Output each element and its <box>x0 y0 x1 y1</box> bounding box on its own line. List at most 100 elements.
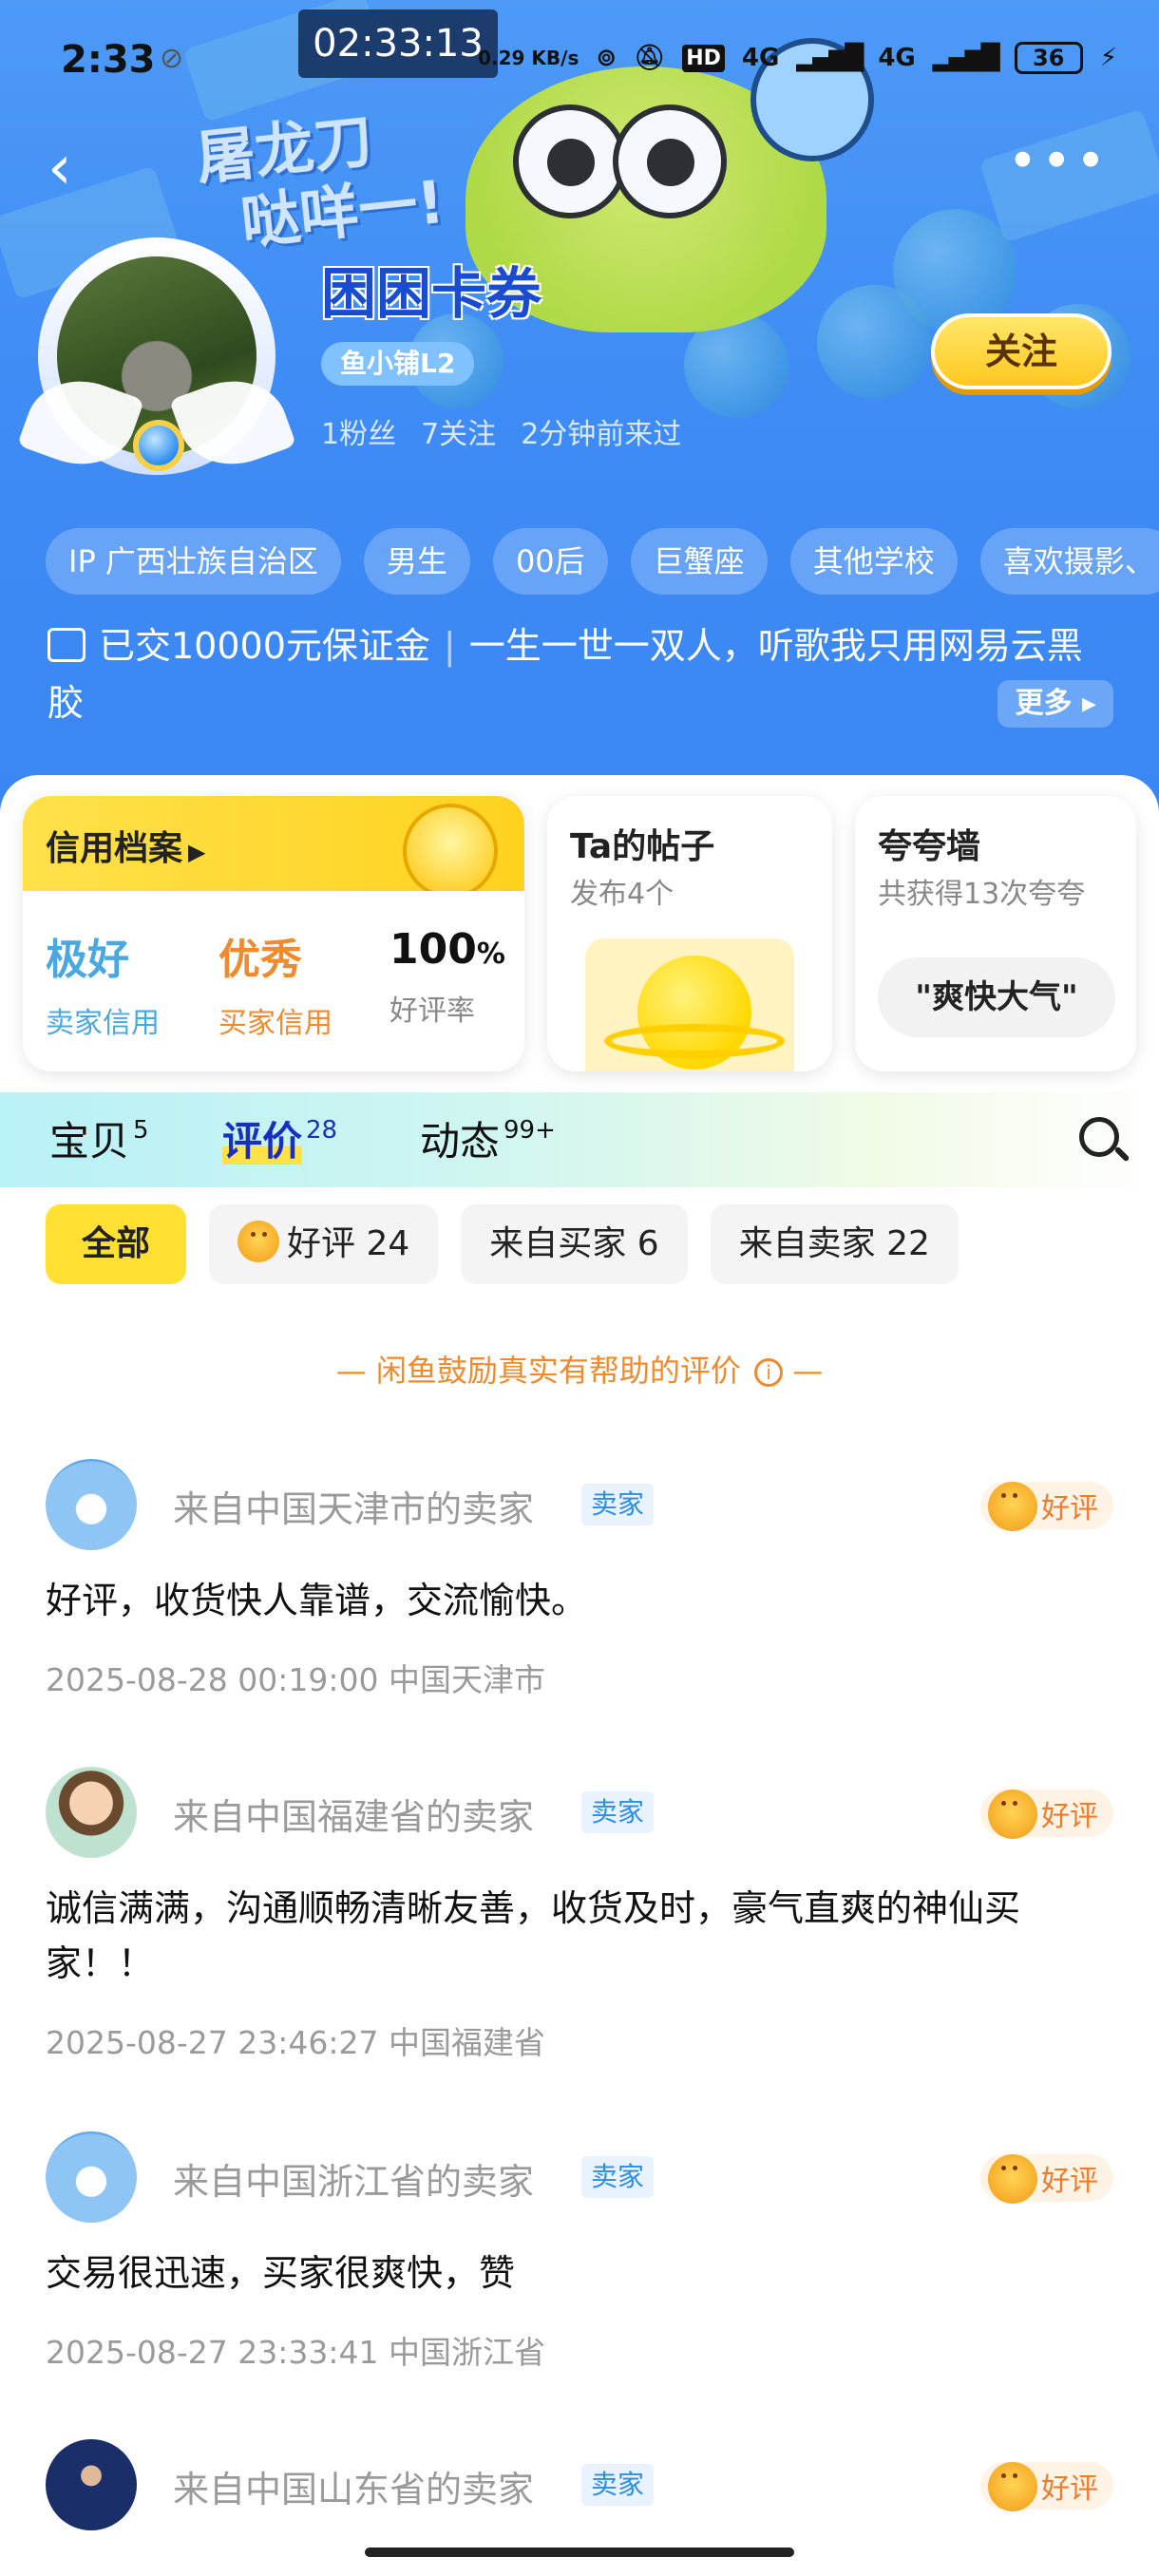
tab-items[interactable]: 宝贝 5 <box>49 1109 149 1167</box>
filter-positive[interactable]: 好评 24 <box>209 1204 439 1284</box>
smiley-icon <box>988 1482 1037 1531</box>
role-badge: 卖家 <box>581 1791 655 1833</box>
tab-label: 动态 <box>420 1118 501 1165</box>
deposit-text: 已交10000元保证金 <box>99 625 430 667</box>
more-label: 更多 <box>1015 687 1073 720</box>
rating-label: 好评 <box>1041 2472 1098 2506</box>
seller-credit-label: 卖家信用 <box>46 1007 160 1040</box>
review-meta: 2025-08-27 23:33:41 中国浙江省 <box>46 2334 545 2371</box>
shop-stats: 1粉丝 7关注 2分钟前来过 <box>321 410 681 452</box>
profile-tags: IP 广西壮族自治区 男生 00后 巨蟹座 其他学校 喜欢摄影、 <box>46 528 1159 595</box>
caret-right-icon: ▶ <box>188 839 206 865</box>
avatar[interactable] <box>46 1459 137 1550</box>
reviewer-name: 来自中国浙江省的卖家 <box>173 2161 535 2203</box>
credit-title-label: 信用档案 <box>46 829 183 868</box>
recording-timer: 02:33:13 <box>298 9 498 78</box>
credit-card[interactable]: 信用档案 ▶ 极好 卖家信用 优秀 买家信用 100% 好评率 <box>23 796 524 1071</box>
tab-count: 5 <box>133 1116 149 1145</box>
notice-end: — <box>783 1353 824 1389</box>
signal-icon: ▂▄▆█ <box>932 44 1000 72</box>
tab-reviews[interactable]: 评价 28 <box>222 1109 337 1167</box>
planet-illustration <box>585 938 794 1071</box>
seller-credit: 极好 卖家信用 <box>46 925 160 1041</box>
avatar[interactable] <box>46 2439 137 2530</box>
mascot-eye <box>513 104 627 218</box>
net-speed: 0.29 KB/s <box>478 47 580 69</box>
profile-tag[interactable]: 00后 <box>492 528 608 595</box>
charging-icon: ⚡ <box>1099 44 1117 72</box>
rating-badge: 好评 <box>980 1790 1113 1839</box>
avatar[interactable] <box>46 2131 137 2223</box>
profile-tag[interactable]: 男生 <box>363 528 470 595</box>
filter-positive-label: 好评 24 <box>287 1224 410 1263</box>
tab-updates[interactable]: 动态 99+ <box>420 1109 556 1167</box>
praise-subtitle: 共获得13次夸夸 <box>878 878 1086 911</box>
review-text: 诚信满满，沟通顺畅清晰友善，收货及时，豪气直爽的神仙买家！！ <box>46 1887 1021 1984</box>
following-count[interactable]: 7关注 <box>421 410 496 452</box>
posts-subtitle: 发布4个 <box>570 878 674 911</box>
positive-rate-label: 好评率 <box>390 994 475 1028</box>
mascot-eye <box>613 104 727 218</box>
rating-badge: 好评 <box>980 1482 1113 1531</box>
review-text: 交易很迅速，买家很爽快，赞 <box>46 2252 516 2294</box>
shop-name: 困困卡券 <box>321 261 542 326</box>
mascot-icon <box>403 804 498 899</box>
buyer-credit-label: 买家信用 <box>218 1007 332 1040</box>
role-badge: 卖家 <box>581 1484 655 1525</box>
hotspot-icon: ⊚ <box>596 44 618 72</box>
network-label: 4G <box>741 44 780 72</box>
profile-tag[interactable]: 其他学校 <box>789 528 958 595</box>
info-icon[interactable]: i <box>754 1358 784 1387</box>
posts-title: Ta的帖子 <box>570 827 715 866</box>
rating-badge: 好评 <box>980 2154 1113 2204</box>
shop-avatar[interactable] <box>16 237 297 482</box>
fans-count[interactable]: 1粉丝 <box>321 410 396 452</box>
filter-from-seller[interactable]: 来自卖家 22 <box>710 1204 959 1284</box>
profile-tag[interactable]: 喜欢摄影、 <box>979 528 1159 595</box>
positive-rate-value: 100% <box>390 925 505 974</box>
smiley-icon <box>238 1221 280 1262</box>
smiley-icon <box>988 2462 1037 2511</box>
notice-text: — 闲鱼鼓励真实有帮助的评价 <box>335 1353 741 1389</box>
info-cards: 信用档案 ▶ 极好 卖家信用 优秀 买家信用 100% 好评率 Ta的帖子 发布4… <box>0 775 1159 1089</box>
reviewer-name: 来自中国天津市的卖家 <box>173 1488 535 1530</box>
posts-card[interactable]: Ta的帖子 发布4个 <box>547 796 832 1071</box>
home-indicator[interactable] <box>365 2548 794 2557</box>
credit-card-header: 信用档案 ▶ <box>23 796 524 899</box>
seller-credit-value: 极好 <box>46 936 129 984</box>
status-time: 2:33 <box>61 38 156 82</box>
praise-pill[interactable]: "爽快大气" <box>878 957 1115 1037</box>
deposit-bio-line: 已交10000元保证金 | 一生一世一双人，听歌我只用网易云黑胶 <box>48 617 1112 731</box>
review-filters: 全部 好评 24 来自买家 6 来自卖家 22 <box>46 1204 959 1284</box>
back-arrow-icon[interactable]: ‹ <box>48 133 72 203</box>
review-meta: 2025-08-27 23:46:27 中国福建省 <box>46 2024 545 2061</box>
filter-all[interactable]: 全部 <box>46 1204 187 1284</box>
review-meta: 2025-08-28 00:19:00 中国天津市 <box>46 1661 545 1698</box>
profile-tag[interactable]: 巨蟹座 <box>630 528 768 595</box>
smiley-icon <box>988 1790 1037 1839</box>
more-options-icon[interactable]: ••• <box>1007 136 1110 187</box>
smiley-icon <box>988 2154 1037 2204</box>
link-icon: ⊘ <box>160 42 184 75</box>
planet-ring <box>604 1024 785 1058</box>
review-text: 好评，收货快人靠谱，交流愉快。 <box>46 1580 588 1621</box>
rating-label: 好评 <box>1041 2165 1098 2198</box>
search-icon[interactable] <box>1077 1115 1130 1168</box>
role-badge: 卖家 <box>581 2156 655 2198</box>
tab-label: 宝贝 <box>49 1118 130 1165</box>
tab-label: 评价 <box>222 1118 303 1165</box>
rating-label: 好评 <box>1041 1492 1098 1525</box>
filter-from-buyer[interactable]: 来自买家 6 <box>461 1204 688 1284</box>
tab-count: 99+ <box>504 1116 556 1145</box>
praise-title: 夸夸墙 <box>878 827 981 866</box>
avatar[interactable] <box>46 1767 137 1858</box>
more-button[interactable]: 更多 ▸ <box>998 680 1113 728</box>
profile-tag[interactable]: IP 广西壮族自治区 <box>46 528 341 595</box>
divider: | <box>443 625 456 667</box>
rating-label: 好评 <box>1041 1800 1098 1833</box>
status-bar: 2:33 ⊘ 02:33:13 0.29 KB/s ⊚ 🔕︎ HD 4G ▂▄▆… <box>0 0 1159 114</box>
credit-card-body: 极好 卖家信用 优秀 买家信用 100% 好评率 <box>23 891 524 1071</box>
follow-button[interactable]: 关注 <box>931 313 1112 389</box>
praise-wall-card[interactable]: 夸夸墙 共获得13次夸夸 "爽快大气" <box>855 796 1136 1071</box>
shop-level-badge[interactable]: 鱼小铺L2 <box>321 342 475 386</box>
